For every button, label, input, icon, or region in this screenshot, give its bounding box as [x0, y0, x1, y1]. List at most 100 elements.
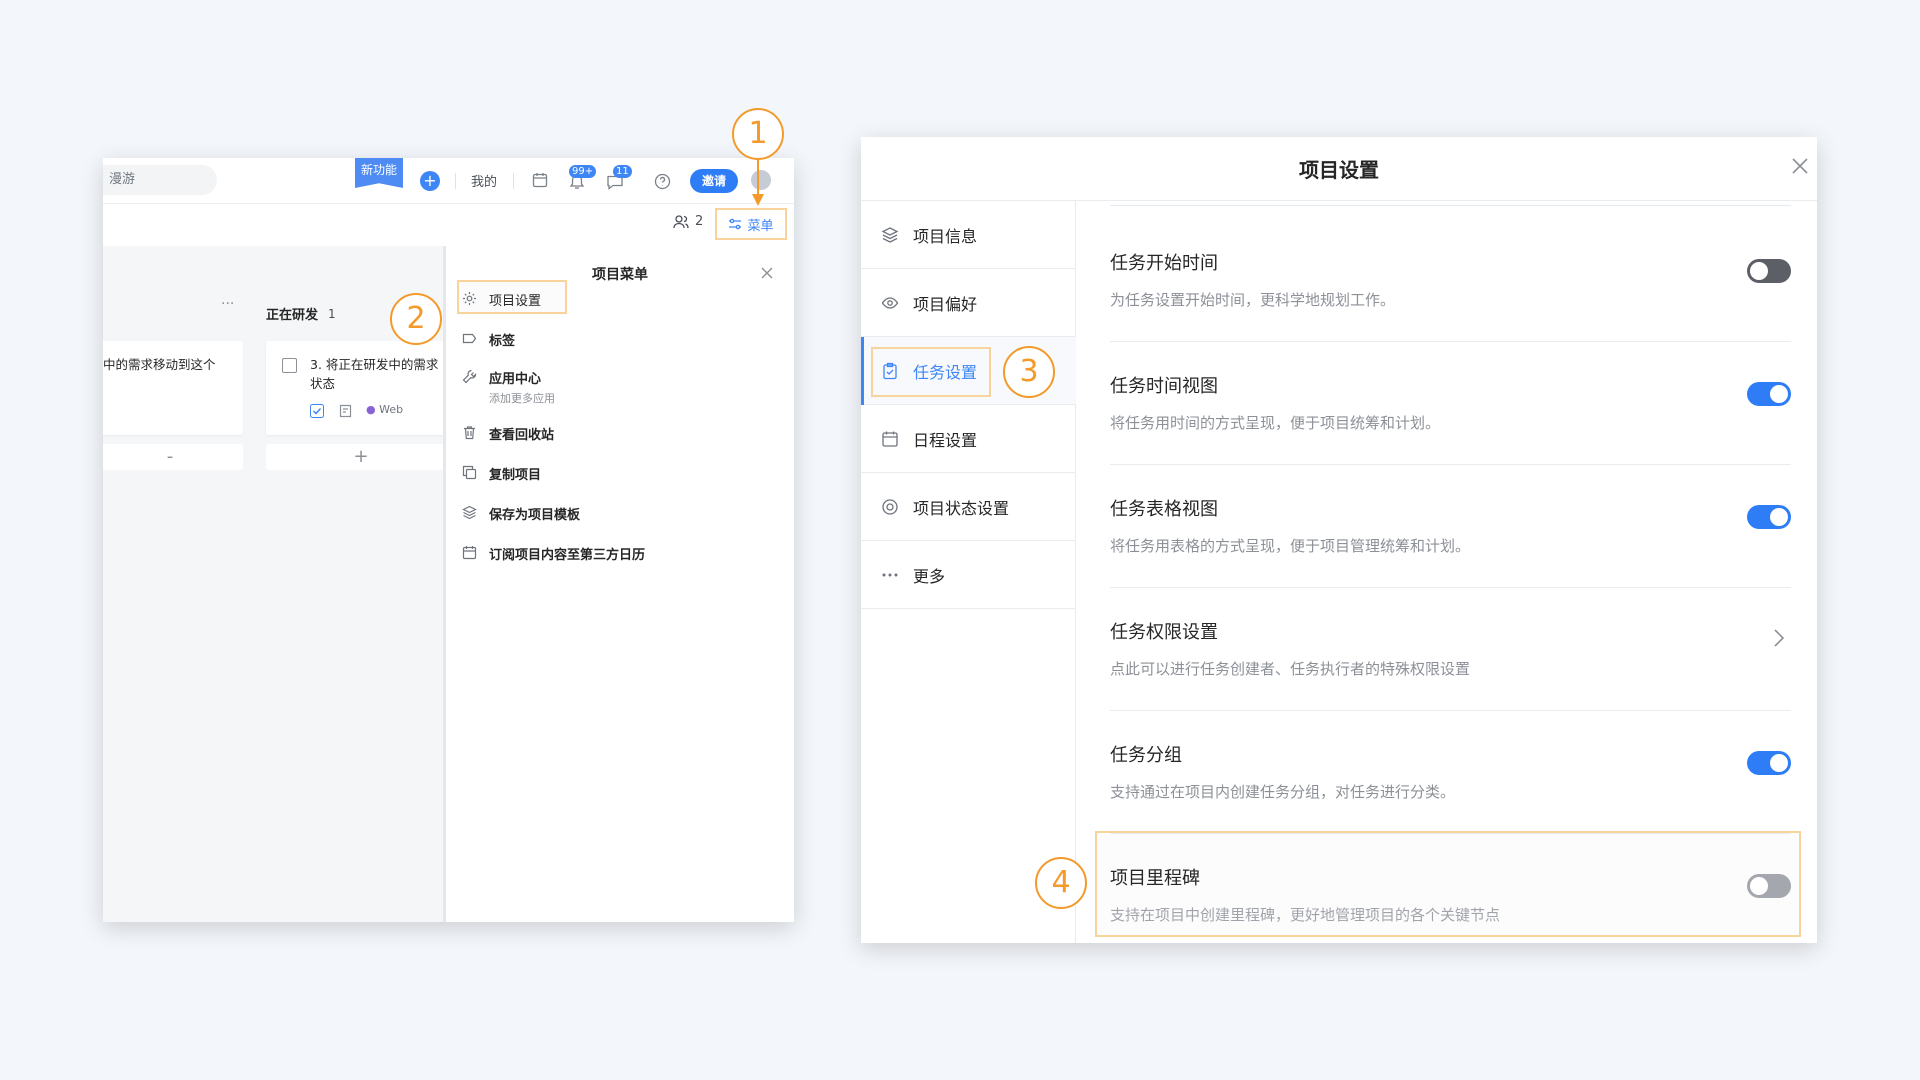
menu-item-tags[interactable]: 标签 — [462, 330, 515, 349]
tag-dot: ● — [366, 403, 380, 416]
menu-item-app-center[interactable]: 应用中心 添加更多应用 — [462, 368, 555, 406]
menu-item-label: 项目设置 — [489, 294, 542, 309]
column-more-icon[interactable]: ··· — [221, 296, 234, 312]
invite-button[interactable]: 邀请 — [690, 169, 738, 193]
menu-item-label: 查看回收站 — [489, 428, 555, 443]
task-start-time-toggle[interactable] — [1747, 259, 1791, 283]
nav-item-label: 项目偏好 — [913, 294, 978, 314]
menu-button[interactable]: 菜单 — [715, 208, 787, 240]
menu-item-label: 复制项目 — [489, 468, 542, 483]
setting-title: 任务表格视图 — [1110, 499, 1218, 520]
nav-item-schedule-settings[interactable]: 日程设置 — [861, 405, 1076, 473]
add-task-button[interactable]: - — [103, 444, 243, 470]
menu-item-save-template[interactable]: 保存为项目模板 — [462, 504, 580, 523]
setting-desc: 将任务用表格的方式呈现，便于项目管理统筹和计划。 — [1110, 537, 1471, 555]
nav-item-project-status[interactable]: 项目状态设置 — [861, 473, 1076, 541]
setting-row-project-milestone: 项目里程碑 支持在项目中创建里程碑，更好地管理项目的各个关键节点 — [1110, 834, 1791, 943]
divider — [455, 173, 456, 189]
task-type-icon — [310, 404, 324, 418]
setting-row-task-start-time: 任务开始时间 为任务设置开始时间，更科学地规划工作。 — [1110, 219, 1791, 342]
nav-item-more[interactable]: 更多 — [861, 541, 1076, 609]
setting-desc: 支持通过在项目内创建任务分组，对任务进行分类。 — [1110, 783, 1456, 801]
setting-title: 任务权限设置 — [1110, 622, 1218, 643]
project-subbar: 2 菜单 — [103, 204, 794, 246]
task-card-text: 3. 将正在研发中的需求 — [310, 357, 439, 372]
layers-icon — [881, 226, 899, 244]
task-card-text: 状态 — [310, 376, 336, 391]
task-card[interactable]: 3. 将正在研发中的需求 状态 ● Web — [266, 341, 456, 435]
task-checkbox[interactable] — [282, 358, 297, 373]
nav-item-highlight — [871, 347, 991, 397]
task-card-text: 中的需求移动到这个 — [103, 357, 216, 372]
project-milestone-toggle[interactable] — [1747, 874, 1791, 898]
column-header: 正在研发 1 — [266, 304, 336, 324]
note-icon — [339, 404, 352, 418]
menu-item-sublabel: 添加更多应用 — [489, 392, 555, 405]
kanban-board: ··· 中的需求移动到这个 - 正在研发 1 3. 将正在研发中的需求 状态 ●… — [103, 246, 456, 922]
calendar-icon[interactable] — [532, 172, 548, 188]
setting-row-task-timeline-view: 任务时间视图 将任务用时间的方式呈现，便于项目统筹和计划。 — [1110, 342, 1791, 465]
setting-desc: 点此可以进行任务创建者、任务执行者的特殊权限设置 — [1110, 660, 1471, 678]
task-card[interactable]: 中的需求移动到这个 — [103, 341, 243, 435]
setting-title: 任务时间视图 — [1110, 376, 1218, 397]
menu-item-label: 标签 — [489, 334, 516, 349]
chevron-right-icon[interactable] — [1773, 628, 1785, 648]
search-input[interactable]: 漫游 — [103, 165, 217, 195]
nav-item-label: 项目信息 — [913, 226, 978, 246]
settings-nav: 项目信息 项目偏好 任务设置 日程设置 项目状态设置 更多 — [861, 201, 1076, 943]
callout-1: 1 — [732, 108, 784, 160]
nav-item-project-preferences[interactable]: 项目偏好 — [861, 269, 1076, 337]
new-feature-ribbon[interactable]: 新功能 — [355, 158, 403, 188]
mine-link[interactable]: 我的 — [471, 171, 497, 190]
task-groups-toggle[interactable] — [1747, 751, 1791, 775]
column-count: 1 — [328, 306, 336, 321]
ellipsis-icon — [881, 566, 899, 584]
project-menu-panel: 项目菜单 项目设置 标签 应用中心 添加更多应用 查看回收站 复制项目 保存为项… — [443, 246, 794, 922]
help-icon[interactable] — [654, 173, 671, 190]
members-icon — [673, 214, 689, 229]
status-icon — [881, 498, 899, 516]
menu-item-subscribe-calendar[interactable]: 订阅项目内容至第三方日历 — [462, 544, 645, 563]
gear-icon — [462, 291, 477, 306]
callout-3: 3 — [1003, 346, 1055, 398]
close-icon[interactable] — [1791, 157, 1809, 175]
column-title: 正在研发 — [266, 308, 319, 323]
add-task-button[interactable]: + — [266, 444, 456, 470]
layers-icon — [462, 505, 477, 520]
member-count[interactable]: 2 — [673, 214, 703, 229]
menu-item-recycle-bin[interactable]: 查看回收站 — [462, 424, 554, 443]
tag-label: Web — [379, 403, 404, 416]
divider — [513, 173, 514, 189]
message-badge: 11 — [613, 165, 632, 178]
menu-button-highlight — [715, 208, 787, 240]
setting-title: 任务开始时间 — [1110, 253, 1218, 274]
trash-icon — [462, 425, 477, 440]
nav-item-project-info[interactable]: 项目信息 — [861, 201, 1076, 269]
setting-desc: 为任务设置开始时间，更科学地规划工作。 — [1110, 291, 1396, 309]
setting-desc: 将任务用时间的方式呈现，便于项目统筹和计划。 — [1110, 414, 1441, 432]
menu-item-label: 保存为项目模板 — [489, 508, 581, 523]
setting-title: 任务分组 — [1110, 745, 1182, 766]
nav-active-indicator — [861, 337, 864, 405]
dialog-header: 项目设置 — [861, 137, 1817, 201]
add-button[interactable]: + — [420, 171, 440, 191]
setting-row-task-permissions[interactable]: 任务权限设置 点此可以进行任务创建者、任务执行者的特殊权限设置 — [1110, 588, 1791, 711]
task-table-view-toggle[interactable] — [1747, 505, 1791, 529]
menu-item-copy-project[interactable]: 复制项目 — [462, 464, 541, 483]
nav-item-label: 项目状态设置 — [913, 498, 1010, 518]
copy-icon — [462, 465, 477, 480]
menu-item-label: 应用中心 — [489, 372, 542, 387]
calendar-icon — [881, 430, 899, 448]
setting-row-task-groups: 任务分组 支持通过在项目内创建任务分组，对任务进行分类。 — [1110, 711, 1791, 834]
close-icon[interactable] — [760, 266, 774, 280]
menu-item-project-settings[interactable]: 项目设置 — [462, 290, 541, 309]
callout-2: 2 — [390, 293, 442, 345]
callout-4: 4 — [1035, 857, 1087, 909]
callout-arrow — [752, 160, 764, 206]
nav-item-label: 日程设置 — [913, 430, 978, 450]
top-bar: 漫游 新功能 + 我的 99+ 11 邀请 — [103, 158, 794, 204]
task-timeline-view-toggle[interactable] — [1747, 382, 1791, 406]
setting-desc: 支持在项目中创建里程碑，更好地管理项目的各个关键节点 — [1110, 906, 1501, 924]
project-board-window: 漫游 新功能 + 我的 99+ 11 邀请 2 菜单 ··· 中的需求移动到这个… — [103, 158, 794, 922]
setting-title: 项目里程碑 — [1110, 868, 1200, 889]
